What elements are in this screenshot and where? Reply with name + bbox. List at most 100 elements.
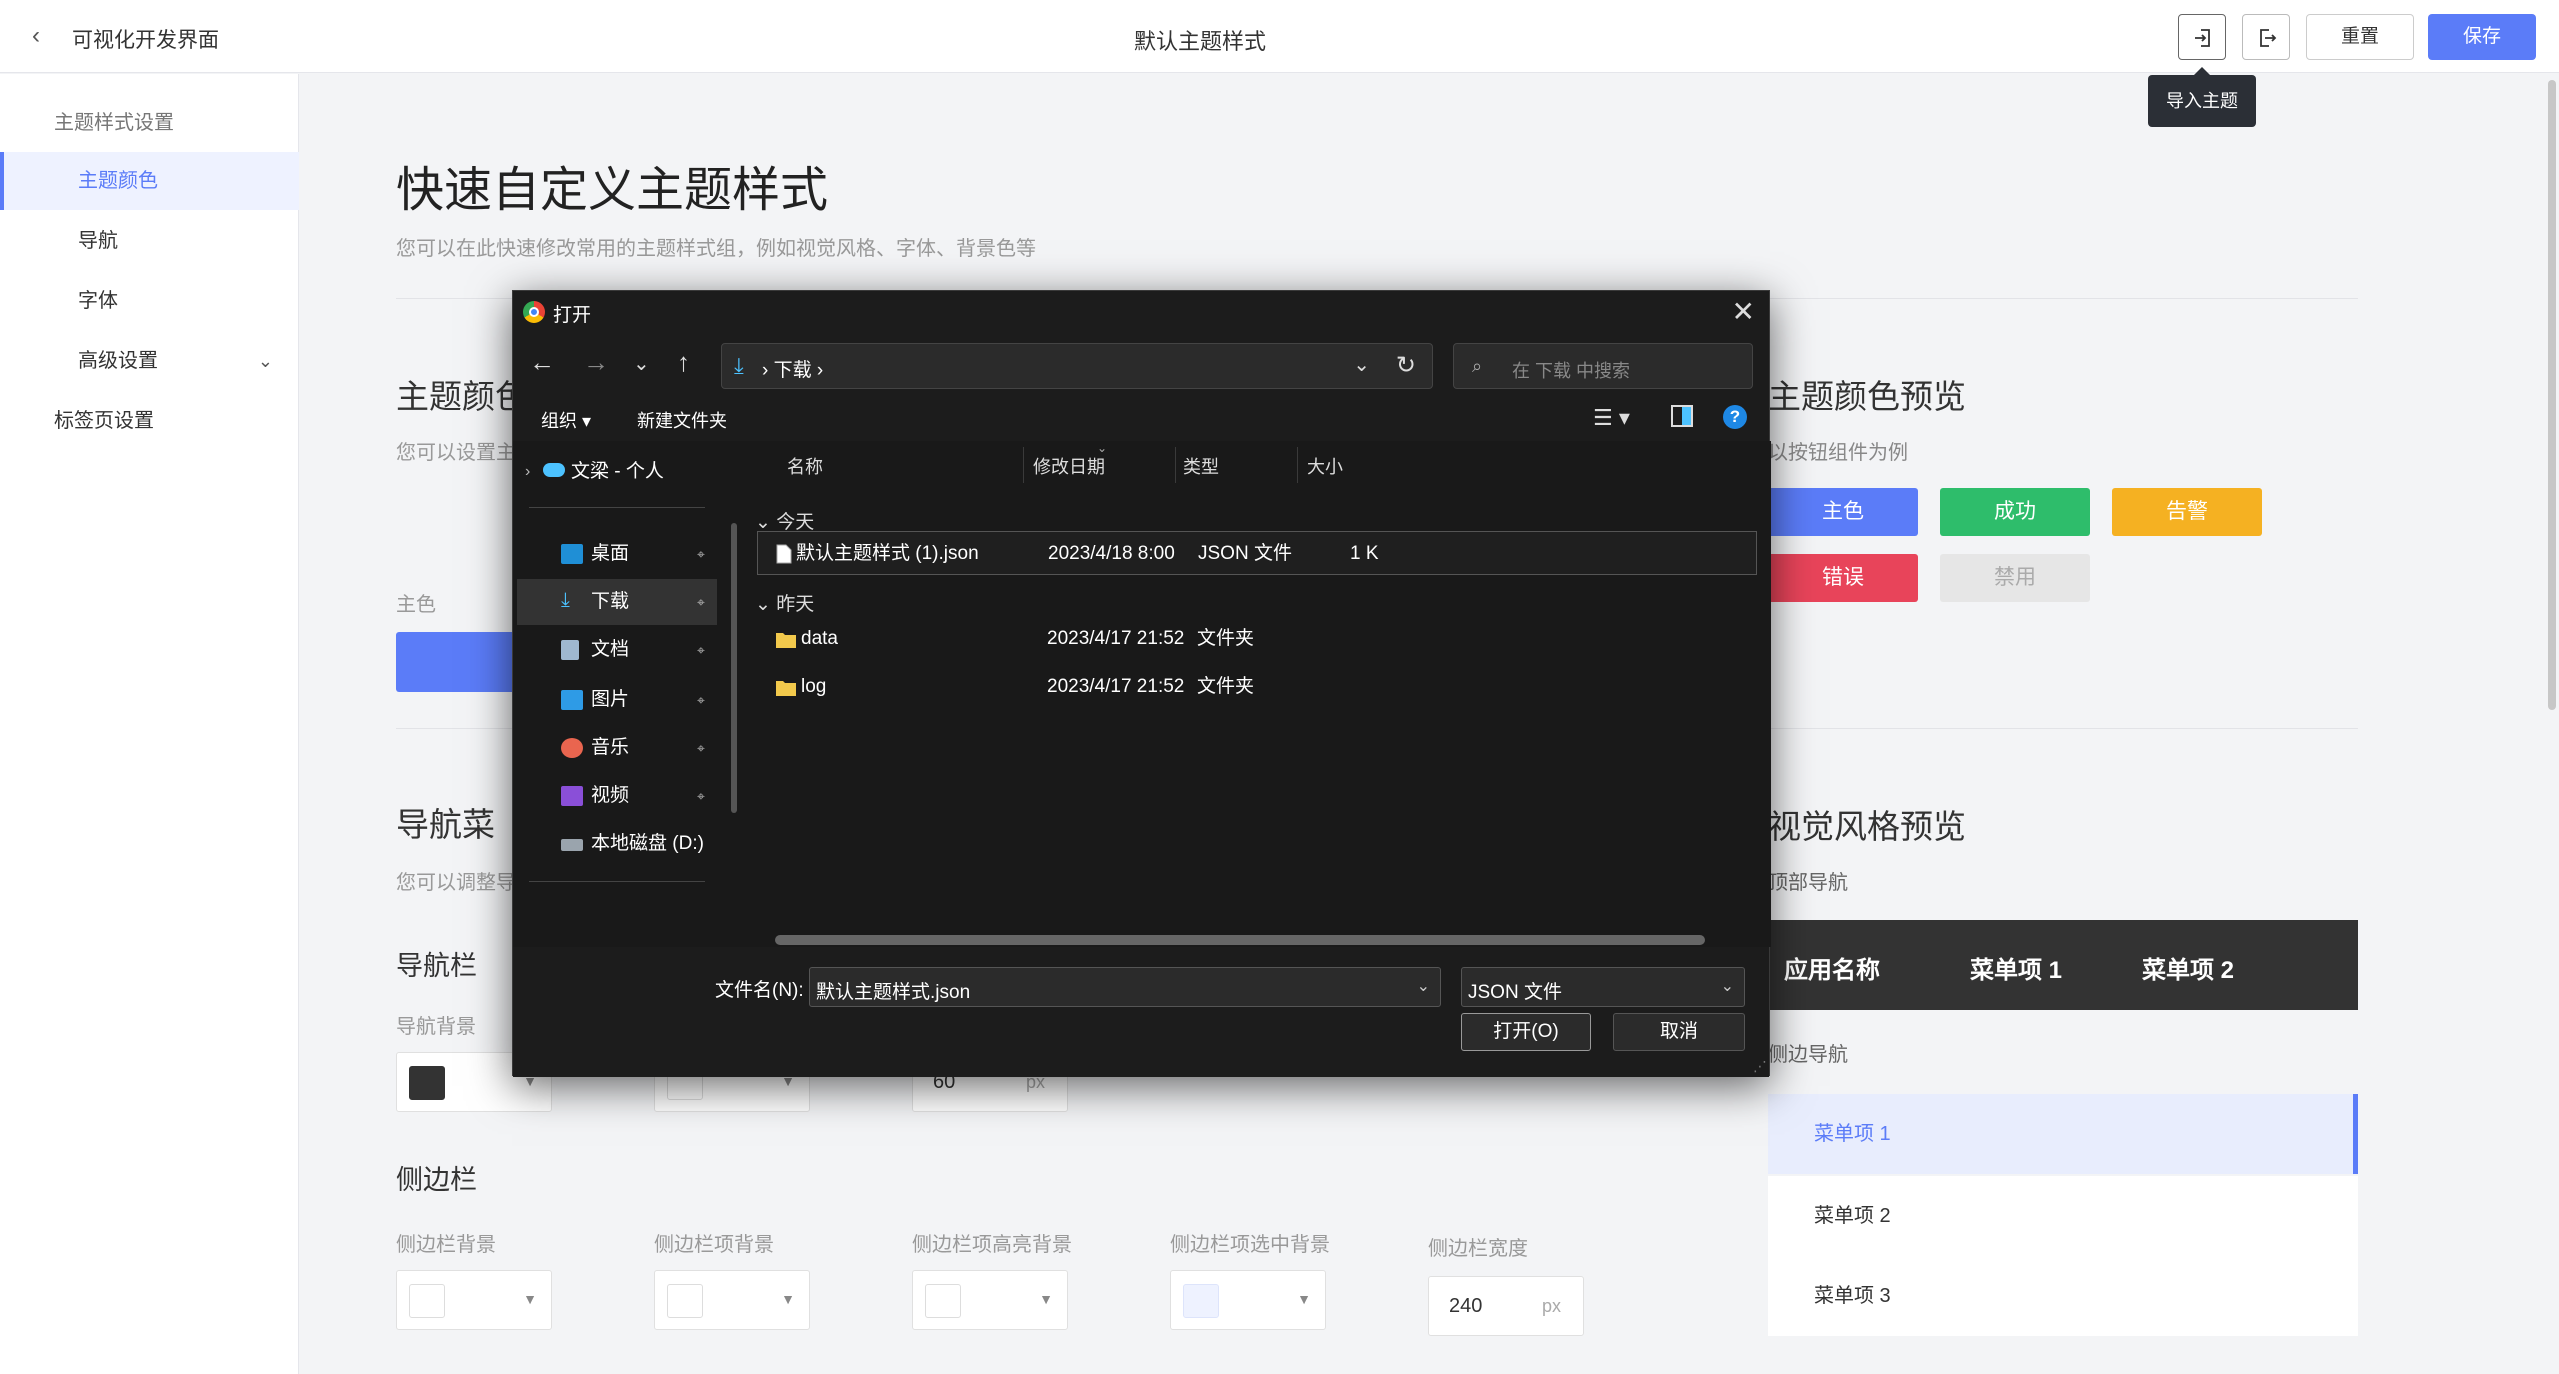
column-header-name[interactable]: 名称 — [787, 453, 823, 479]
sidebar-settings-subtitle: 侧边栏 — [396, 1165, 477, 1195]
tree-item-pictures[interactable]: 图片 ⌖ — [513, 677, 745, 723]
tree-item-documents[interactable]: 文档 ⌖ — [513, 627, 745, 673]
up-arrow-icon[interactable]: ↑ — [677, 347, 690, 378]
cloud-icon — [543, 463, 565, 477]
help-icon[interactable]: ? — [1723, 405, 1747, 429]
preview-primary-button[interactable]: 主色 — [1768, 488, 1918, 536]
sidebar-item-bg-picker[interactable]: ▼ — [654, 1270, 810, 1330]
dialog-footer: 文件名(N): 默认主题样式.json ⌄ JSON 文件 ⌄ 打开(O) 取消… — [513, 947, 1769, 1077]
tree-item-drive-d[interactable]: 本地磁盘 (D:) — [513, 821, 745, 867]
sidebar-item-label: 高级设置 — [78, 350, 158, 372]
color-preview-title: 主题颜色预览 — [1768, 378, 1966, 415]
tree-item-onedrive[interactable]: › 文梁 - 个人 — [513, 449, 745, 495]
sidebar-item-font[interactable]: 字体 — [0, 272, 299, 330]
forward-arrow-icon[interactable]: → — [583, 347, 609, 378]
search-input[interactable]: ⌕ 在 下载 中搜索 — [1453, 343, 1753, 389]
caret-down-icon: ▼ — [1297, 1291, 1311, 1307]
sidebar-item-theme-color[interactable]: 主题颜色 — [0, 152, 299, 210]
filetype-select[interactable]: JSON 文件 ⌄ — [1461, 967, 1745, 1007]
section-title-color: 主题颜色 — [396, 378, 528, 415]
organize-menu[interactable]: 组织 ▾ — [541, 407, 591, 433]
resize-grip-icon[interactable]: ⋰ — [1753, 1058, 1767, 1075]
column-separator[interactable] — [1023, 447, 1024, 483]
style-preview-title: 视觉风格预览 — [1768, 808, 1966, 845]
top-nav-item[interactable]: 菜单项 2 — [2142, 950, 2234, 985]
side-nav-item[interactable]: 菜单项 2 — [1768, 1176, 2358, 1256]
video-icon — [561, 786, 583, 806]
top-bar: ‹ 可视化开发界面 默认主题样式 重置 保存 — [0, 0, 2559, 73]
pin-icon[interactable]: ⌖ — [697, 627, 705, 673]
column-separator[interactable] — [1175, 447, 1176, 483]
section-desc-nav: 您可以调整导 — [396, 872, 516, 894]
back-arrow-icon[interactable]: ← — [529, 347, 555, 378]
view-options-icon[interactable]: ☰ ▾ — [1593, 405, 1630, 431]
color-preview-desc: 以按钮组件为例 — [1768, 442, 1908, 464]
desktop-icon — [561, 544, 583, 564]
file-row[interactable]: data 2023/4/17 21:52 文件夹 — [757, 617, 1757, 661]
top-nav-item[interactable]: 菜单项 1 — [1970, 950, 2062, 985]
pin-icon[interactable]: ⌖ — [697, 725, 705, 771]
column-header-size[interactable]: 大小 — [1307, 453, 1343, 479]
dialog-title: 打开 — [553, 305, 592, 326]
sidebar-width-input[interactable]: 240 px — [1428, 1276, 1584, 1336]
group-header-today[interactable]: ⌄ 今天 — [755, 507, 814, 534]
reset-button[interactable]: 重置 — [2306, 14, 2414, 60]
column-header-type[interactable]: 类型 — [1183, 453, 1219, 479]
tree-item-downloads[interactable]: ⤓ 下载 ⌖ — [517, 579, 717, 625]
chevron-down-icon: ⌄ — [257, 351, 273, 371]
export-theme-button[interactable] — [2242, 14, 2290, 60]
dialog-navigation-bar: ← → ⌄ ↑ ⤓ › 下载 › ⌄ ↻ ⌕ 在 下载 中搜索 — [513, 333, 1769, 395]
cancel-button[interactable]: 取消 — [1613, 1013, 1745, 1051]
page-scrollbar[interactable] — [2548, 80, 2556, 710]
sidebar-item-selected-bg-picker[interactable]: ▼ — [1170, 1270, 1326, 1330]
preview-success-button[interactable]: 成功 — [1940, 488, 2090, 536]
side-nav-item[interactable]: 菜单项 1 — [1768, 1094, 2358, 1174]
color-swatch — [409, 1066, 445, 1100]
side-nav-item[interactable]: 菜单项 3 — [1768, 1256, 2358, 1336]
sidebar-item-advanced[interactable]: 高级设置 ⌄ — [0, 332, 299, 390]
file-row[interactable]: log 2023/4/17 21:52 文件夹 — [757, 665, 1757, 709]
open-button[interactable]: 打开(O) — [1461, 1013, 1591, 1051]
address-bar[interactable]: ⤓ › 下载 › ⌄ ↻ — [721, 343, 1433, 389]
sidebar-group-tabs[interactable]: 标签页设置 — [0, 392, 299, 450]
pin-icon[interactable]: ⌖ — [697, 677, 705, 723]
preview-pane-icon[interactable] — [1671, 405, 1693, 427]
new-folder-button[interactable]: 新建文件夹 — [637, 407, 727, 433]
preview-error-button[interactable]: 错误 — [1768, 554, 1918, 602]
filename-input[interactable]: 默认主题样式.json ⌄ — [809, 967, 1441, 1007]
close-icon[interactable]: ✕ — [1732, 295, 1755, 328]
preview-disabled-button: 禁用 — [1940, 554, 2090, 602]
tree-item-desktop[interactable]: 桌面 ⌖ — [513, 531, 745, 577]
pin-icon[interactable]: ⌖ — [697, 773, 705, 819]
navigation-pane-scrollbar[interactable] — [731, 523, 737, 813]
address-path[interactable]: › 下载 › — [762, 355, 823, 382]
pin-icon[interactable]: ⌖ — [697, 579, 705, 625]
chevron-down-icon[interactable]: ⌄ — [1417, 976, 1430, 996]
column-separator[interactable] — [1297, 447, 1298, 483]
tree-item-videos[interactable]: 视频 ⌖ — [513, 773, 745, 819]
import-theme-button[interactable] — [2178, 14, 2226, 60]
horizontal-scrollbar[interactable] — [775, 935, 1705, 945]
tree-item-music[interactable]: 音乐 ⌖ — [513, 725, 745, 771]
music-icon — [561, 738, 583, 758]
file-icon — [776, 544, 792, 564]
sidebar-item-nav[interactable]: 导航 — [0, 212, 299, 270]
top-nav-app-name[interactable]: 应用名称 — [1784, 950, 1880, 985]
color-swatch — [409, 1284, 445, 1318]
preview-warning-button[interactable]: 告警 — [2112, 488, 2262, 536]
refresh-icon[interactable]: ↻ — [1396, 351, 1416, 380]
save-button[interactable]: 保存 — [2428, 14, 2536, 60]
import-theme-tooltip: 导入主题 — [2148, 67, 2256, 127]
sidebar-bg-picker[interactable]: ▼ — [396, 1270, 552, 1330]
dialog-titlebar[interactable]: 打开 ✕ — [513, 291, 1769, 333]
pin-icon[interactable]: ⌖ — [697, 531, 705, 577]
sidebar-item-hover-bg-picker[interactable]: ▼ — [912, 1270, 1068, 1330]
top-nav-preview-label: 顶部导航 — [1768, 872, 1848, 894]
sidebar-group-theme[interactable]: 主题样式设置 — [0, 94, 299, 152]
column-header-date[interactable]: 修改日期 — [1033, 453, 1105, 479]
group-header-yesterday[interactable]: ⌄ 昨天 — [755, 589, 814, 616]
recent-chevron-icon[interactable]: ⌄ — [633, 351, 650, 376]
file-row[interactable]: 默认主题样式 (1).json 2023/4/18 8:00 JSON 文件 1… — [757, 531, 1757, 575]
dialog-toolbar: 组织 ▾ 新建文件夹 ☰ ▾ ? — [513, 395, 1769, 441]
chevron-down-icon[interactable]: ⌄ — [1353, 352, 1370, 377]
